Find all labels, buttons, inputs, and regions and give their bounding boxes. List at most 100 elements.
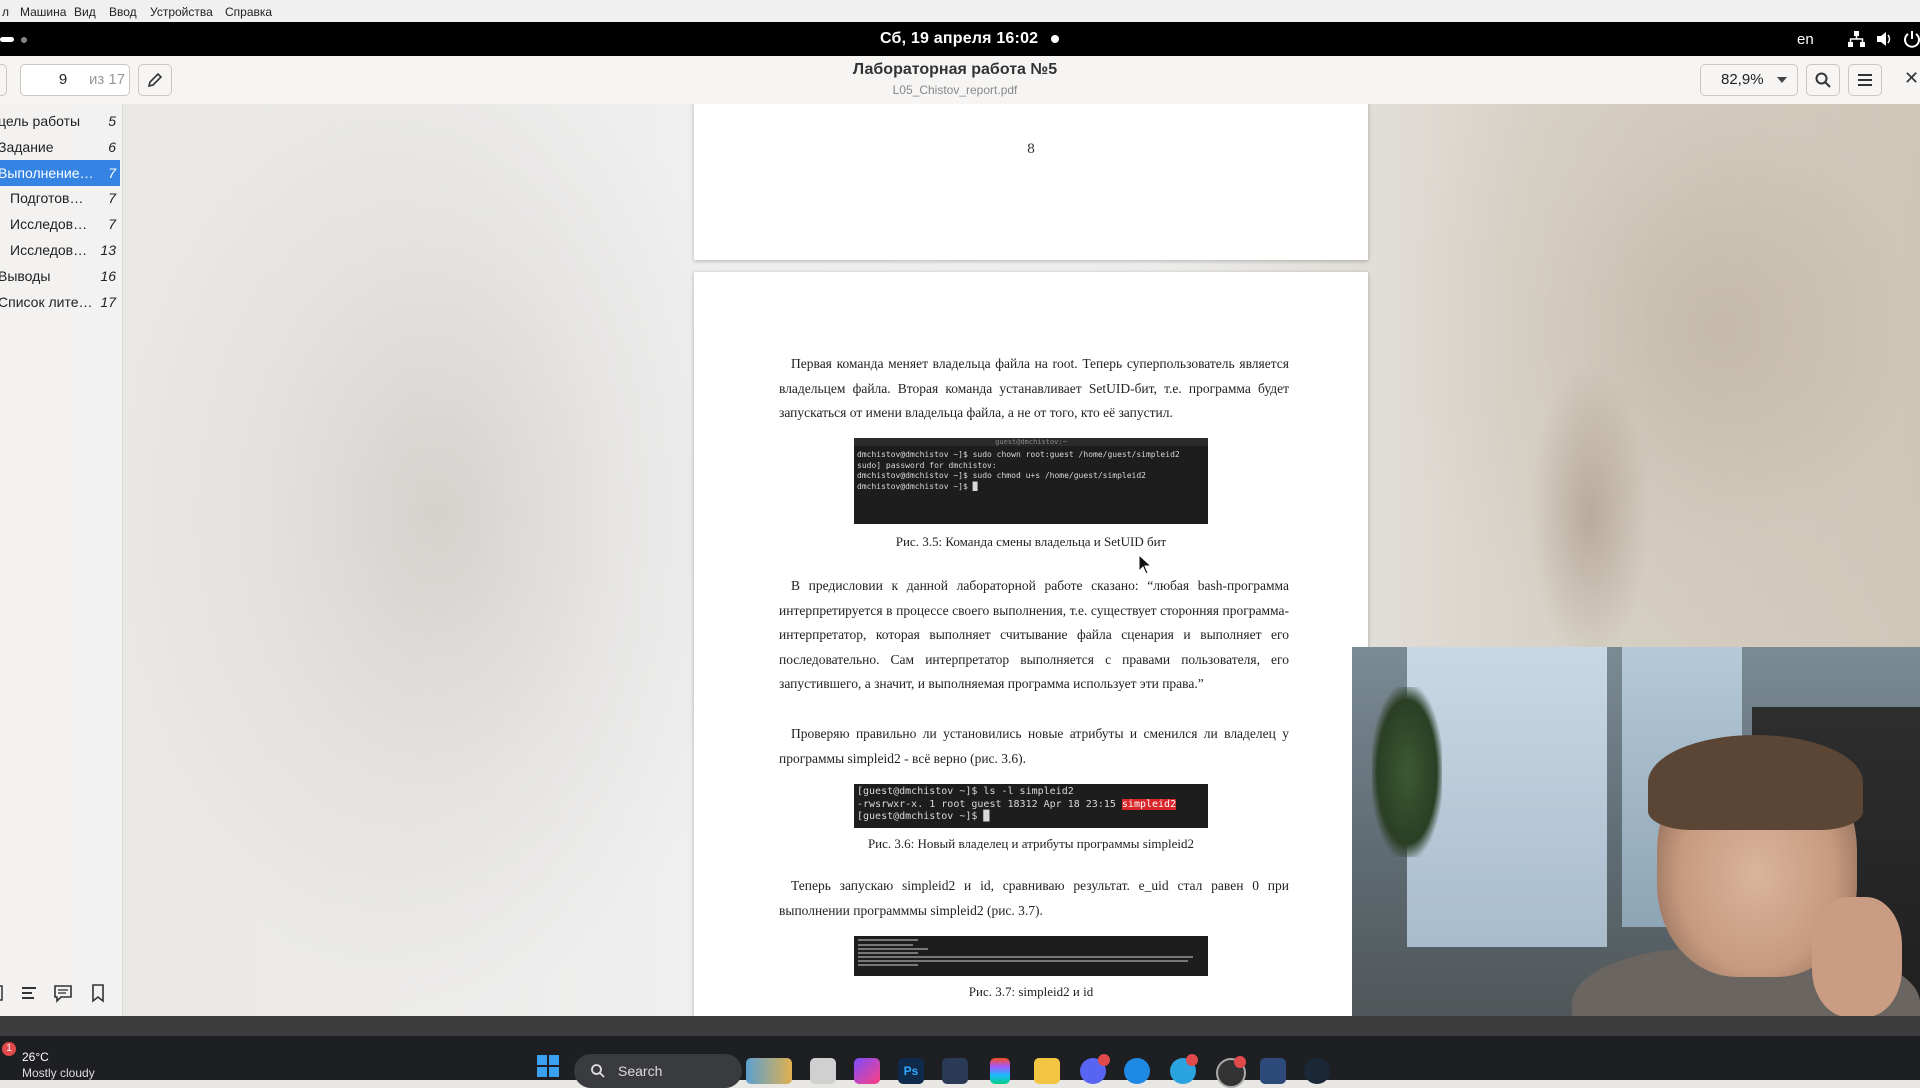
telegram-icon[interactable] — [1170, 1054, 1198, 1084]
document-title: Лабораторная работа №5 — [852, 61, 1058, 78]
app-tool-icon[interactable] — [942, 1058, 968, 1084]
vm-menu-machine[interactable]: Машина — [20, 5, 66, 19]
virtualbox-icon[interactable] — [1260, 1058, 1286, 1084]
outline-item[interactable]: Список лите… 17 — [0, 289, 120, 315]
app-arrow-icon[interactable] — [1124, 1058, 1150, 1084]
zoom-selector[interactable]: 82,9% — [1700, 64, 1798, 96]
zoom-level: 82,9% — [1721, 71, 1764, 88]
clock[interactable]: Сб, 19 апреля 16:02 — [880, 30, 1038, 48]
main-menu-button[interactable] — [1848, 64, 1882, 96]
windows-taskbar: 1 26°C Mostly cloudy Search Ps — [0, 1016, 1920, 1088]
activities-indicator[interactable] — [0, 37, 14, 42]
annotations-icon[interactable] — [52, 982, 74, 1004]
webcam-person-hair — [1648, 735, 1863, 830]
outline-icon[interactable] — [18, 982, 40, 1004]
figure-caption: Рис. 3.6: Новый владелец и атрибуты прог… — [867, 836, 1195, 851]
outline-item[interactable]: цель работы 5 — [0, 108, 120, 134]
paragraph: Проверяю правильно ли установились новые… — [779, 726, 1289, 766]
annotate-button[interactable] — [138, 64, 172, 96]
paragraph: Теперь запускаю simpleid2 и id, сравнива… — [779, 878, 1289, 918]
outline-item-label: Исследов… — [10, 216, 88, 233]
close-icon[interactable]: ✕ — [1904, 68, 1919, 89]
weather-description: Mostly cloudy — [22, 1066, 95, 1080]
terminal-line: sudo] password for dmchistov: — [857, 460, 997, 470]
vm-menu-view[interactable]: Вид — [74, 5, 96, 19]
sidebar-toolbar — [0, 972, 120, 1016]
outline-item-page: 7 — [108, 190, 116, 207]
outline-item-label: Подготов… — [10, 190, 84, 207]
outline-item[interactable]: Выводы 16 — [0, 263, 120, 289]
outline-item-page: 17 — [100, 293, 116, 310]
sidebar-toggle-button[interactable] — [0, 64, 7, 96]
page-number-input[interactable]: 9 — [41, 71, 85, 88]
volume-icon[interactable] — [1874, 29, 1894, 49]
outline-item[interactable]: Задание 6 — [0, 134, 120, 160]
outline-item[interactable]: Подготов… 7 — [0, 185, 120, 211]
obs-icon[interactable] — [1216, 1056, 1246, 1088]
terminal-line: dmchistov@dmchistov ~]$ sudo chown root:… — [857, 450, 1180, 459]
outline-item-label: Список лите… — [0, 293, 93, 310]
figure-caption: Рис. 3.5: Команда смены владельца и SetU… — [895, 534, 1167, 549]
vm-menu-input[interactable]: Ввод — [109, 5, 137, 19]
terminal-screenshot: guest@dmchistov:~ dmchistov@dmchistov ~]… — [854, 438, 1208, 524]
taskbar-search[interactable]: Search — [574, 1054, 742, 1088]
discord-icon[interactable] — [1080, 1054, 1110, 1084]
windows-start-icon[interactable] — [536, 1054, 560, 1078]
photoshop-icon[interactable]: Ps — [898, 1058, 924, 1084]
file-explorer-icon[interactable] — [1034, 1058, 1060, 1084]
page-selector[interactable]: 9 из 17 — [20, 64, 130, 96]
outline-item-label: Выводы — [0, 267, 51, 284]
app-star-icon[interactable] — [854, 1058, 880, 1084]
outline-item-page: 5 — [108, 113, 116, 129]
outline-item-page: 13 — [100, 242, 116, 258]
vm-menu-devices[interactable]: Устройства — [150, 5, 213, 19]
weather-widget[interactable]: 1 26°C Mostly cloudy — [0, 1036, 120, 1080]
vm-menu-help[interactable]: Справка — [225, 5, 272, 19]
pdf-page-previous: 8 — [694, 104, 1368, 260]
search-icon — [591, 1064, 605, 1078]
outline-item-page: 7 — [108, 216, 116, 233]
outline-item-page: 16 — [100, 267, 116, 284]
vm-menubar: л Машина Вид Ввод Устройства Справка — [0, 0, 1920, 23]
network-icon[interactable] — [1846, 29, 1866, 49]
outline-item-label: Исследов… — [10, 242, 88, 258]
thumbnails-icon[interactable] — [0, 982, 16, 1004]
document-headerbar: 9 из 17 Лабораторная работа №5 L05_Chist… — [0, 56, 1920, 105]
wallpaper-figure — [1530, 364, 1650, 664]
vm-menu-item[interactable]: л — [2, 5, 9, 19]
gnome-topbar: Сб, 19 апреля 16:02 en — [0, 22, 1920, 56]
outline-item[interactable]: Выполнение… 7 — [0, 159, 120, 186]
document-filename: L05_Chistov_report.pdf — [892, 83, 1018, 97]
power-icon[interactable] — [1902, 29, 1920, 49]
search-icon — [1815, 72, 1831, 88]
pencil-icon — [147, 72, 163, 88]
steam-icon[interactable] — [1304, 1058, 1330, 1084]
outline-item[interactable]: Исследов… 7 — [0, 211, 120, 237]
keyboard-layout[interactable]: en — [1797, 31, 1814, 48]
workspace-dot — [21, 37, 27, 43]
figure-caption: Рис. 3.7: simpleid2 и id — [968, 984, 1094, 999]
figma-icon[interactable] — [990, 1058, 1010, 1084]
terminal-line: dmchistov@dmchistov ~]$ █ — [857, 481, 978, 491]
search-button[interactable] — [1806, 64, 1840, 96]
task-view-icon[interactable] — [810, 1058, 836, 1084]
terminal-screenshot: [guest@dmchistov ~]$ ls -l simpleid2 -rw… — [854, 784, 1208, 828]
hamburger-icon — [1858, 74, 1872, 86]
terminal-line: [guest@dmchistov ~]$ █ — [857, 811, 990, 822]
outline-item-label: Задание — [0, 138, 54, 155]
outline-item-label: цель работы — [0, 113, 81, 129]
mouse-cursor-icon — [1138, 554, 1152, 575]
outline-item-page: 6 — [108, 138, 116, 155]
widgets-icon[interactable] — [746, 1058, 792, 1084]
terminal-line: [guest@dmchistov ~]$ ls -l simpleid2 — [857, 786, 1074, 797]
wallpaper-boulder — [1420, 104, 1920, 664]
webcam-person-hand — [1812, 897, 1902, 1017]
taskbar-top-strip — [0, 1016, 1920, 1036]
bookmark-icon[interactable] — [87, 982, 109, 1004]
terminal-screenshot-small — [854, 936, 1208, 976]
outline-item[interactable]: Исследов… 13 — [0, 237, 120, 263]
taskbar-search-label: Search — [618, 1063, 663, 1079]
wallpaper-portrait — [120, 104, 700, 1016]
paragraph: Первая команда меняет владельца файла на… — [779, 356, 1289, 421]
paragraph: В предисловии к данной лабораторной рабо… — [779, 578, 1289, 692]
